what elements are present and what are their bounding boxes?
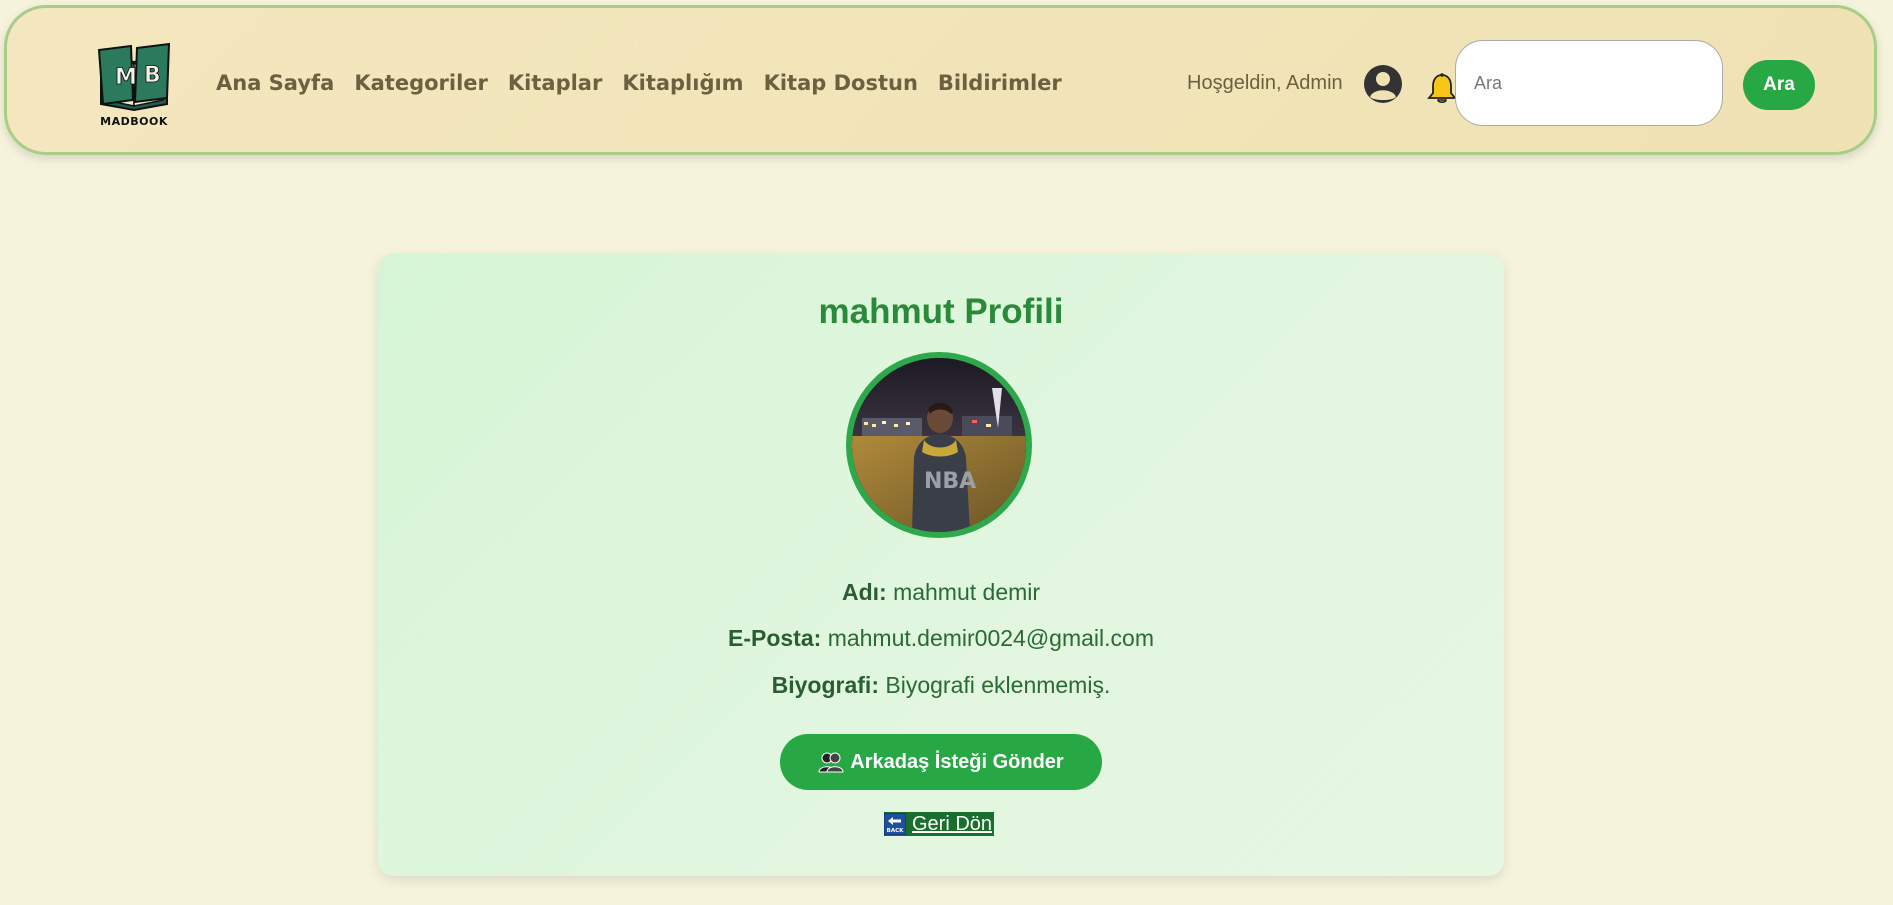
people-icon (818, 751, 844, 773)
nav-ana-sayfa[interactable]: Ana Sayfa (216, 71, 334, 95)
name-value: mahmut demir (893, 579, 1041, 605)
top-navbar: M B MADBOOK Ana Sayfa Kategoriler Kitapl… (4, 5, 1877, 155)
back-arrow-icon: BACK (883, 812, 907, 836)
send-friend-request-label: Arkadaş İsteği Gönder (850, 750, 1064, 773)
main-nav: Ana Sayfa Kategoriler Kitaplar Kitaplığı… (216, 8, 1082, 158)
back-link[interactable]: BACK Geri Dön (883, 812, 995, 836)
send-friend-request-button[interactable]: Arkadaş İsteği Gönder (780, 734, 1102, 790)
welcome-text: Hoşgeldin, Admin (1187, 71, 1343, 94)
svg-text:B: B (144, 63, 161, 88)
user-circle-icon[interactable] (1363, 64, 1403, 104)
nav-kategoriler[interactable]: Kategoriler (354, 71, 488, 95)
logo-text: MADBOOK (100, 115, 168, 128)
search-button[interactable]: Ara (1743, 60, 1815, 110)
svg-text:BACK: BACK (887, 828, 904, 834)
nav-bildirimler[interactable]: Bildirimler (938, 71, 1062, 95)
nav-kitaplar[interactable]: Kitaplar (508, 71, 602, 95)
page-title: mahmut Profili (818, 292, 1064, 331)
profile-email: E-Posta: mahmut.demir0024@gmail.com (378, 625, 1504, 652)
svg-text:M: M (115, 65, 137, 90)
name-label: Adı: (841, 579, 887, 605)
nav-kitap-dostun[interactable]: Kitap Dostun (764, 71, 918, 95)
madbook-logo[interactable]: M B MADBOOK (95, 42, 173, 130)
profile-photo: NBA (846, 352, 1032, 538)
bio-value: Biyografi eklenmemiş. (885, 672, 1111, 698)
bio-label: Biyografi: (771, 672, 879, 698)
profile-bio: Biyografi: Biyografi eklenmemiş. (378, 672, 1504, 699)
email-label: E-Posta: (728, 625, 822, 651)
book-logo-icon: M B (97, 42, 171, 112)
svg-text:NBA: NBA (924, 469, 976, 494)
nav-kitapligim[interactable]: Kitaplığım (622, 71, 743, 95)
search-input[interactable] (1455, 40, 1723, 126)
email-value: mahmut.demir0024@gmail.com (827, 625, 1154, 651)
profile-name: Adı: mahmut demir (378, 579, 1504, 606)
back-link-label: Geri Dön (912, 812, 993, 835)
bell-icon[interactable] (1427, 72, 1457, 106)
profile-card: mahmut Profili NBA Adı: mahmut demir E-P… (378, 254, 1504, 876)
